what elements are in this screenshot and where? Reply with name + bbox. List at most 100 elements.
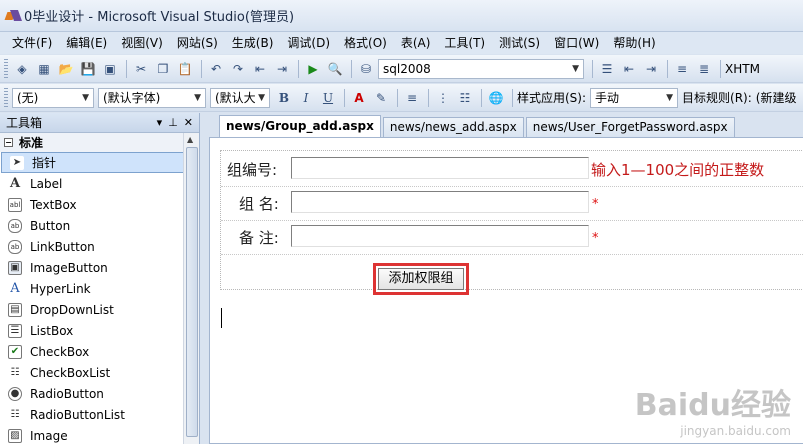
- menu-format[interactable]: 格式(O): [338, 33, 393, 53]
- menu-build[interactable]: 生成(B): [226, 33, 280, 53]
- copy-icon[interactable]: ❐: [153, 59, 173, 79]
- style-apply-value: 手动: [595, 91, 620, 105]
- radiobuttonlist-icon: ☷: [8, 407, 22, 422]
- text-cursor: [221, 308, 222, 328]
- linkbutton-icon: ab: [8, 239, 22, 254]
- toolbox-item-radiobutton[interactable]: ● RadioButton: [0, 383, 199, 404]
- group-no-input[interactable]: [291, 157, 589, 179]
- menu-test[interactable]: 测试(S): [493, 33, 546, 53]
- toolbox-item-linkbutton[interactable]: ab LinkButton: [0, 236, 199, 257]
- paste-icon[interactable]: 📋: [175, 59, 195, 79]
- target-rule-label: 目标规则(R):: [682, 91, 752, 105]
- collapse-icon[interactable]: −: [4, 138, 13, 147]
- numbered-list-icon[interactable]: ⋮: [433, 88, 453, 108]
- window-position-icon[interactable]: ▾: [157, 116, 163, 129]
- menu-view[interactable]: 视图(V): [115, 33, 169, 53]
- toolbar-grip[interactable]: [4, 87, 8, 108]
- bullet-list-icon[interactable]: ☷: [455, 88, 475, 108]
- add-group-button[interactable]: 添加权限组: [378, 268, 464, 290]
- save-icon[interactable]: 💾: [78, 59, 98, 79]
- group-name-input[interactable]: [291, 191, 589, 213]
- toolbox-item-textbox[interactable]: abl TextBox: [0, 194, 199, 215]
- menu-website[interactable]: 网站(S): [171, 33, 224, 53]
- increase-indent-icon[interactable]: ⇥: [641, 59, 661, 79]
- remark-input[interactable]: [291, 225, 589, 247]
- toolbox-item-dropdownlist[interactable]: ▤ DropDownList: [0, 299, 199, 320]
- document-area: news/Group_add.aspx news/news_add.aspx n…: [201, 113, 803, 444]
- style-apply-combo[interactable]: 手动 ▼: [590, 87, 679, 108]
- database-combo[interactable]: sql2008 ▼: [378, 58, 584, 79]
- navigate-forward-icon[interactable]: ⇥: [272, 59, 292, 79]
- pin-icon[interactable]: ⊥: [168, 116, 178, 129]
- menu-table[interactable]: 表(A): [395, 33, 437, 53]
- scroll-up-icon[interactable]: ▲: [187, 135, 193, 144]
- toolbox-item-button[interactable]: ab Button: [0, 215, 199, 236]
- close-icon[interactable]: ✕: [184, 116, 193, 129]
- uncomment-icon[interactable]: ≣: [694, 59, 714, 79]
- tab-news-add[interactable]: news/news_add.aspx: [382, 117, 524, 137]
- menu-file[interactable]: 文件(F): [6, 33, 58, 53]
- font-size-combo[interactable]: (默认大 ▼: [210, 87, 270, 108]
- format-document-icon[interactable]: ☰: [597, 59, 617, 79]
- toolbox-item-label: TextBox: [30, 197, 77, 212]
- toolbox-item-checkboxlist[interactable]: ☷ CheckBoxList: [0, 362, 199, 383]
- menu-help[interactable]: 帮助(H): [607, 33, 661, 53]
- cut-icon[interactable]: ✂: [131, 59, 151, 79]
- form-row-group-no: 组编号: 输入1—100之间的正整数: [221, 151, 803, 187]
- imagebutton-icon: ▣: [8, 260, 22, 275]
- redo-icon[interactable]: ↷: [228, 59, 248, 79]
- decrease-indent-icon[interactable]: ⇤: [619, 59, 639, 79]
- comment-icon[interactable]: ≡: [672, 59, 692, 79]
- baidu-watermark: Baidu经验 jingyan.baidu.com: [635, 380, 791, 438]
- navigate-backward-icon[interactable]: ⇤: [250, 59, 270, 79]
- database-icon[interactable]: ⛁: [356, 59, 376, 79]
- save-all-icon[interactable]: ▣: [100, 59, 120, 79]
- hyperlink-icon[interactable]: 🌐: [486, 88, 506, 108]
- standard-toolbar: ◈ ▦ 📂 💾 ▣ ✂ ❐ 📋 ↶ ↷ ⇤ ⇥ ▶ 🔍 ⛁ sql2008 ▼ …: [0, 55, 803, 83]
- chevron-down-icon: ▼: [572, 63, 579, 74]
- font-color-icon[interactable]: A: [349, 88, 369, 108]
- italic-button[interactable]: I: [296, 88, 316, 108]
- toolbox-item-imagebutton[interactable]: ▣ ImageButton: [0, 257, 199, 278]
- toolbox-item-label-control[interactable]: A Label: [0, 173, 199, 194]
- toolbox-item-pointer[interactable]: ➤ 指针: [1, 152, 198, 173]
- scrollbar-thumb[interactable]: [186, 147, 198, 437]
- toolbar-grip[interactable]: [4, 58, 8, 79]
- open-file-icon[interactable]: 📂: [56, 59, 76, 79]
- new-project-icon[interactable]: ◈: [12, 59, 32, 79]
- menu-tools[interactable]: 工具(T): [438, 33, 491, 53]
- start-debugging-icon[interactable]: ▶: [303, 59, 323, 79]
- toolbox-item-image[interactable]: ▨ Image: [0, 425, 199, 444]
- toolbox-item-radiobuttonlist[interactable]: ☷ RadioButtonList: [0, 404, 199, 425]
- doctype-label[interactable]: XHTM: [725, 62, 760, 76]
- group-no-hint: 输入1—100之间的正整数: [591, 161, 765, 179]
- form-table: 组编号: 输入1—100之间的正整数 组 名: * 备 注: * 添加权限组: [220, 150, 803, 295]
- underline-button[interactable]: U: [318, 88, 338, 108]
- menu-debug[interactable]: 调试(D): [281, 33, 336, 53]
- toolbox-item-hyperlink[interactable]: A HyperLink: [0, 278, 199, 299]
- menu-edit[interactable]: 编辑(E): [60, 33, 113, 53]
- highlight-icon[interactable]: ✎: [371, 88, 391, 108]
- toolbox-item-label: CheckBoxList: [30, 365, 111, 380]
- toolbox-scrollbar[interactable]: ▲: [183, 133, 199, 444]
- block-format-combo[interactable]: (无) ▼: [12, 87, 94, 108]
- toolbox-item-label: RadioButtonList: [30, 407, 125, 422]
- tab-user-forget-password[interactable]: news/User_ForgetPassword.aspx: [525, 117, 735, 137]
- toolbar-separator: [667, 59, 668, 78]
- align-icon[interactable]: ≡: [402, 88, 422, 108]
- tab-group-add[interactable]: news/Group_add.aspx: [219, 115, 381, 137]
- find-icon[interactable]: 🔍: [325, 59, 345, 79]
- chevron-down-icon: ▼: [82, 92, 89, 103]
- target-rule-value[interactable]: (新建级: [756, 89, 797, 106]
- add-item-icon[interactable]: ▦: [34, 59, 54, 79]
- toolbox-group-standard[interactable]: − 标准: [0, 133, 199, 152]
- toolbox-item-checkbox[interactable]: ✔ CheckBox: [0, 341, 199, 362]
- bold-button[interactable]: B: [274, 88, 294, 108]
- toolbar-separator: [344, 88, 345, 107]
- font-name-combo[interactable]: (默认字体) ▼: [98, 87, 206, 108]
- undo-icon[interactable]: ↶: [206, 59, 226, 79]
- menu-window[interactable]: 窗口(W): [548, 33, 605, 53]
- submit-button-highlight: 添加权限组: [373, 263, 469, 295]
- hyperlink-icon: A: [8, 281, 22, 296]
- toolbox-item-listbox[interactable]: ☰ ListBox: [0, 320, 199, 341]
